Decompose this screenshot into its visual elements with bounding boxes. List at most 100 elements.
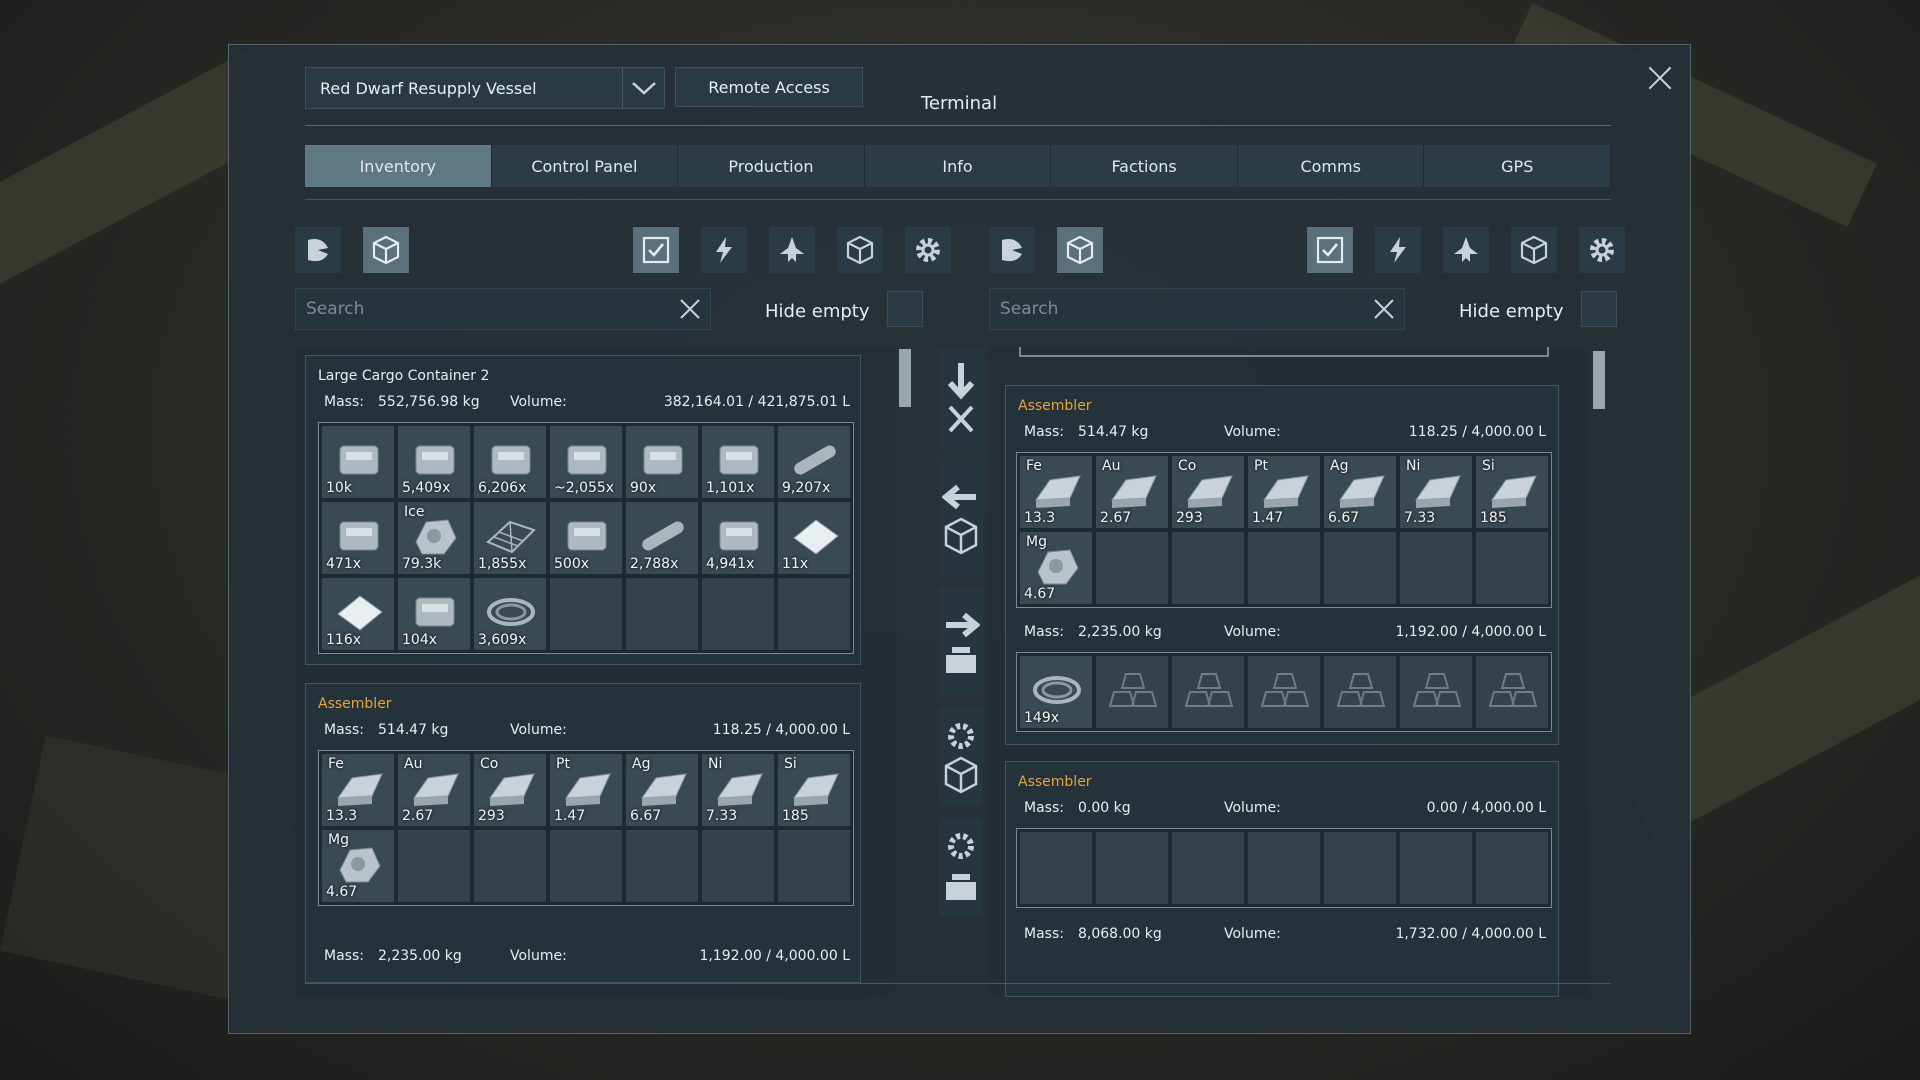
all-blocks-button[interactable]	[633, 227, 679, 273]
empty-slot[interactable]	[550, 578, 622, 650]
inventory-slot[interactable]: Fe 13.3	[1020, 456, 1092, 528]
empty-slot[interactable]	[778, 578, 850, 650]
transfer-all-button[interactable]	[939, 349, 983, 449]
all-blocks-button[interactable]	[1307, 227, 1353, 273]
empty-slot[interactable]	[1324, 832, 1396, 904]
tab-gps[interactable]: GPS	[1424, 145, 1612, 187]
transfer-right-button[interactable]	[939, 587, 983, 697]
empty-slot[interactable]	[1400, 832, 1472, 904]
inventory-slot[interactable]: Mg 4.67	[322, 830, 394, 902]
empty-slot[interactable]	[1400, 532, 1472, 604]
empty-slot[interactable]	[1476, 532, 1548, 604]
ship-filter-button[interactable]	[769, 227, 815, 273]
storage-filter-button[interactable]	[837, 227, 883, 273]
grid-filter-button[interactable]	[1057, 227, 1103, 273]
tab-inventory[interactable]: Inventory	[305, 145, 492, 187]
inventory-slot[interactable]: Co 293	[1172, 456, 1244, 528]
system-filter-button[interactable]	[1579, 227, 1625, 273]
inventory-slot[interactable]: Ag 6.67	[626, 754, 698, 826]
inventory-slot[interactable]: 2,788x	[626, 502, 698, 574]
inventory-slot[interactable]: 471x	[322, 502, 394, 574]
empty-slot[interactable]	[702, 578, 774, 650]
character-filter-button[interactable]	[989, 227, 1035, 273]
empty-slot[interactable]	[778, 830, 850, 902]
inventory-slot[interactable]: 6,206x	[474, 426, 546, 498]
empty-slot[interactable]	[626, 830, 698, 902]
empty-slot[interactable]	[1476, 832, 1548, 904]
inventory-slot[interactable]: 11x	[778, 502, 850, 574]
inventory-slot[interactable]: 5,409x	[398, 426, 470, 498]
inventory-slot[interactable]: 9,207x	[778, 426, 850, 498]
grid-filter-button[interactable]	[363, 227, 409, 273]
inventory-slot[interactable]: Au 2.67	[1096, 456, 1168, 528]
inventory-slot[interactable]: 4,941x	[702, 502, 774, 574]
energy-filter-button[interactable]	[1375, 227, 1421, 273]
tab-control-panel[interactable]: Control Panel	[491, 145, 679, 187]
inventory-slot[interactable]: 3,609x	[474, 578, 546, 650]
chevron-down-icon[interactable]	[622, 68, 664, 108]
inventory-slot[interactable]: Ag 6.67	[1324, 456, 1396, 528]
tab-factions[interactable]: Factions	[1051, 145, 1238, 187]
inventory-slot[interactable]: Si 185	[1476, 456, 1548, 528]
empty-slot[interactable]	[1096, 532, 1168, 604]
empty-slot[interactable]	[1476, 656, 1548, 728]
inventory-slot[interactable]: 116x	[322, 578, 394, 650]
inventory-slot[interactable]: Pt 1.47	[1248, 456, 1320, 528]
inventory-slot[interactable]: ~2,055x	[550, 426, 622, 498]
empty-slot[interactable]	[1400, 656, 1472, 728]
inventory-slot[interactable]: 1,101x	[702, 426, 774, 498]
empty-slot[interactable]	[474, 830, 546, 902]
empty-slot[interactable]	[1096, 832, 1168, 904]
inventory-slot[interactable]: Mg 4.67	[1020, 532, 1092, 604]
tab-info[interactable]: Info	[864, 145, 1052, 187]
transfer-left-button[interactable]	[939, 457, 983, 577]
tab-comms[interactable]: Comms	[1237, 145, 1425, 187]
empty-slot[interactable]	[1324, 532, 1396, 604]
empty-slot[interactable]	[1248, 532, 1320, 604]
move-production-button[interactable]	[939, 707, 983, 807]
grid-selector[interactable]: Red Dwarf Resupply Vessel	[305, 67, 665, 109]
clear-search-icon[interactable]	[1364, 289, 1404, 329]
inventory-slot[interactable]: Co 293	[474, 754, 546, 826]
move-storage-button[interactable]	[939, 817, 983, 917]
empty-slot[interactable]	[1248, 656, 1320, 728]
inventory-slot[interactable]: 10k	[322, 426, 394, 498]
inventory-slot[interactable]: 500x	[550, 502, 622, 574]
close-icon[interactable]	[1643, 61, 1677, 95]
empty-slot[interactable]	[702, 830, 774, 902]
empty-slot[interactable]	[626, 578, 698, 650]
empty-slot[interactable]	[550, 830, 622, 902]
clear-search-icon[interactable]	[670, 289, 710, 329]
empty-slot[interactable]	[1248, 832, 1320, 904]
inventory-slot[interactable]: Pt 1.47	[550, 754, 622, 826]
empty-slot[interactable]	[1020, 832, 1092, 904]
inventory-slot[interactable]: 104x	[398, 578, 470, 650]
energy-filter-button[interactable]	[701, 227, 747, 273]
system-filter-button[interactable]	[905, 227, 951, 273]
remote-access-button[interactable]: Remote Access	[675, 67, 863, 107]
ship-filter-button[interactable]	[1443, 227, 1489, 273]
inventory-slot[interactable]: 1,855x	[474, 502, 546, 574]
inventory-slot[interactable]: Si 185	[778, 754, 850, 826]
empty-slot[interactable]	[1096, 656, 1168, 728]
inventory-slot[interactable]: Fe 13.3	[322, 754, 394, 826]
tab-production[interactable]: Production	[678, 145, 865, 187]
right-hide-empty-checkbox[interactable]	[1581, 291, 1617, 327]
inventory-slot[interactable]: Ice 79.3k	[398, 502, 470, 574]
empty-slot[interactable]	[1324, 656, 1396, 728]
inventory-slot[interactable]: 149x	[1020, 656, 1092, 728]
left-search-input[interactable]	[296, 289, 670, 329]
right-search-input[interactable]	[990, 289, 1364, 329]
right-scrollbar[interactable]	[1593, 351, 1605, 409]
left-scrollbar[interactable]	[899, 349, 911, 407]
left-hide-empty-checkbox[interactable]	[887, 291, 923, 327]
empty-slot[interactable]	[1172, 656, 1244, 728]
empty-slot[interactable]	[398, 830, 470, 902]
inventory-slot[interactable]: Ni 7.33	[702, 754, 774, 826]
empty-slot[interactable]	[1172, 832, 1244, 904]
empty-slot[interactable]	[1172, 532, 1244, 604]
inventory-slot[interactable]: Ni 7.33	[1400, 456, 1472, 528]
inventory-slot[interactable]: 90x	[626, 426, 698, 498]
character-filter-button[interactable]	[295, 227, 341, 273]
storage-filter-button[interactable]	[1511, 227, 1557, 273]
